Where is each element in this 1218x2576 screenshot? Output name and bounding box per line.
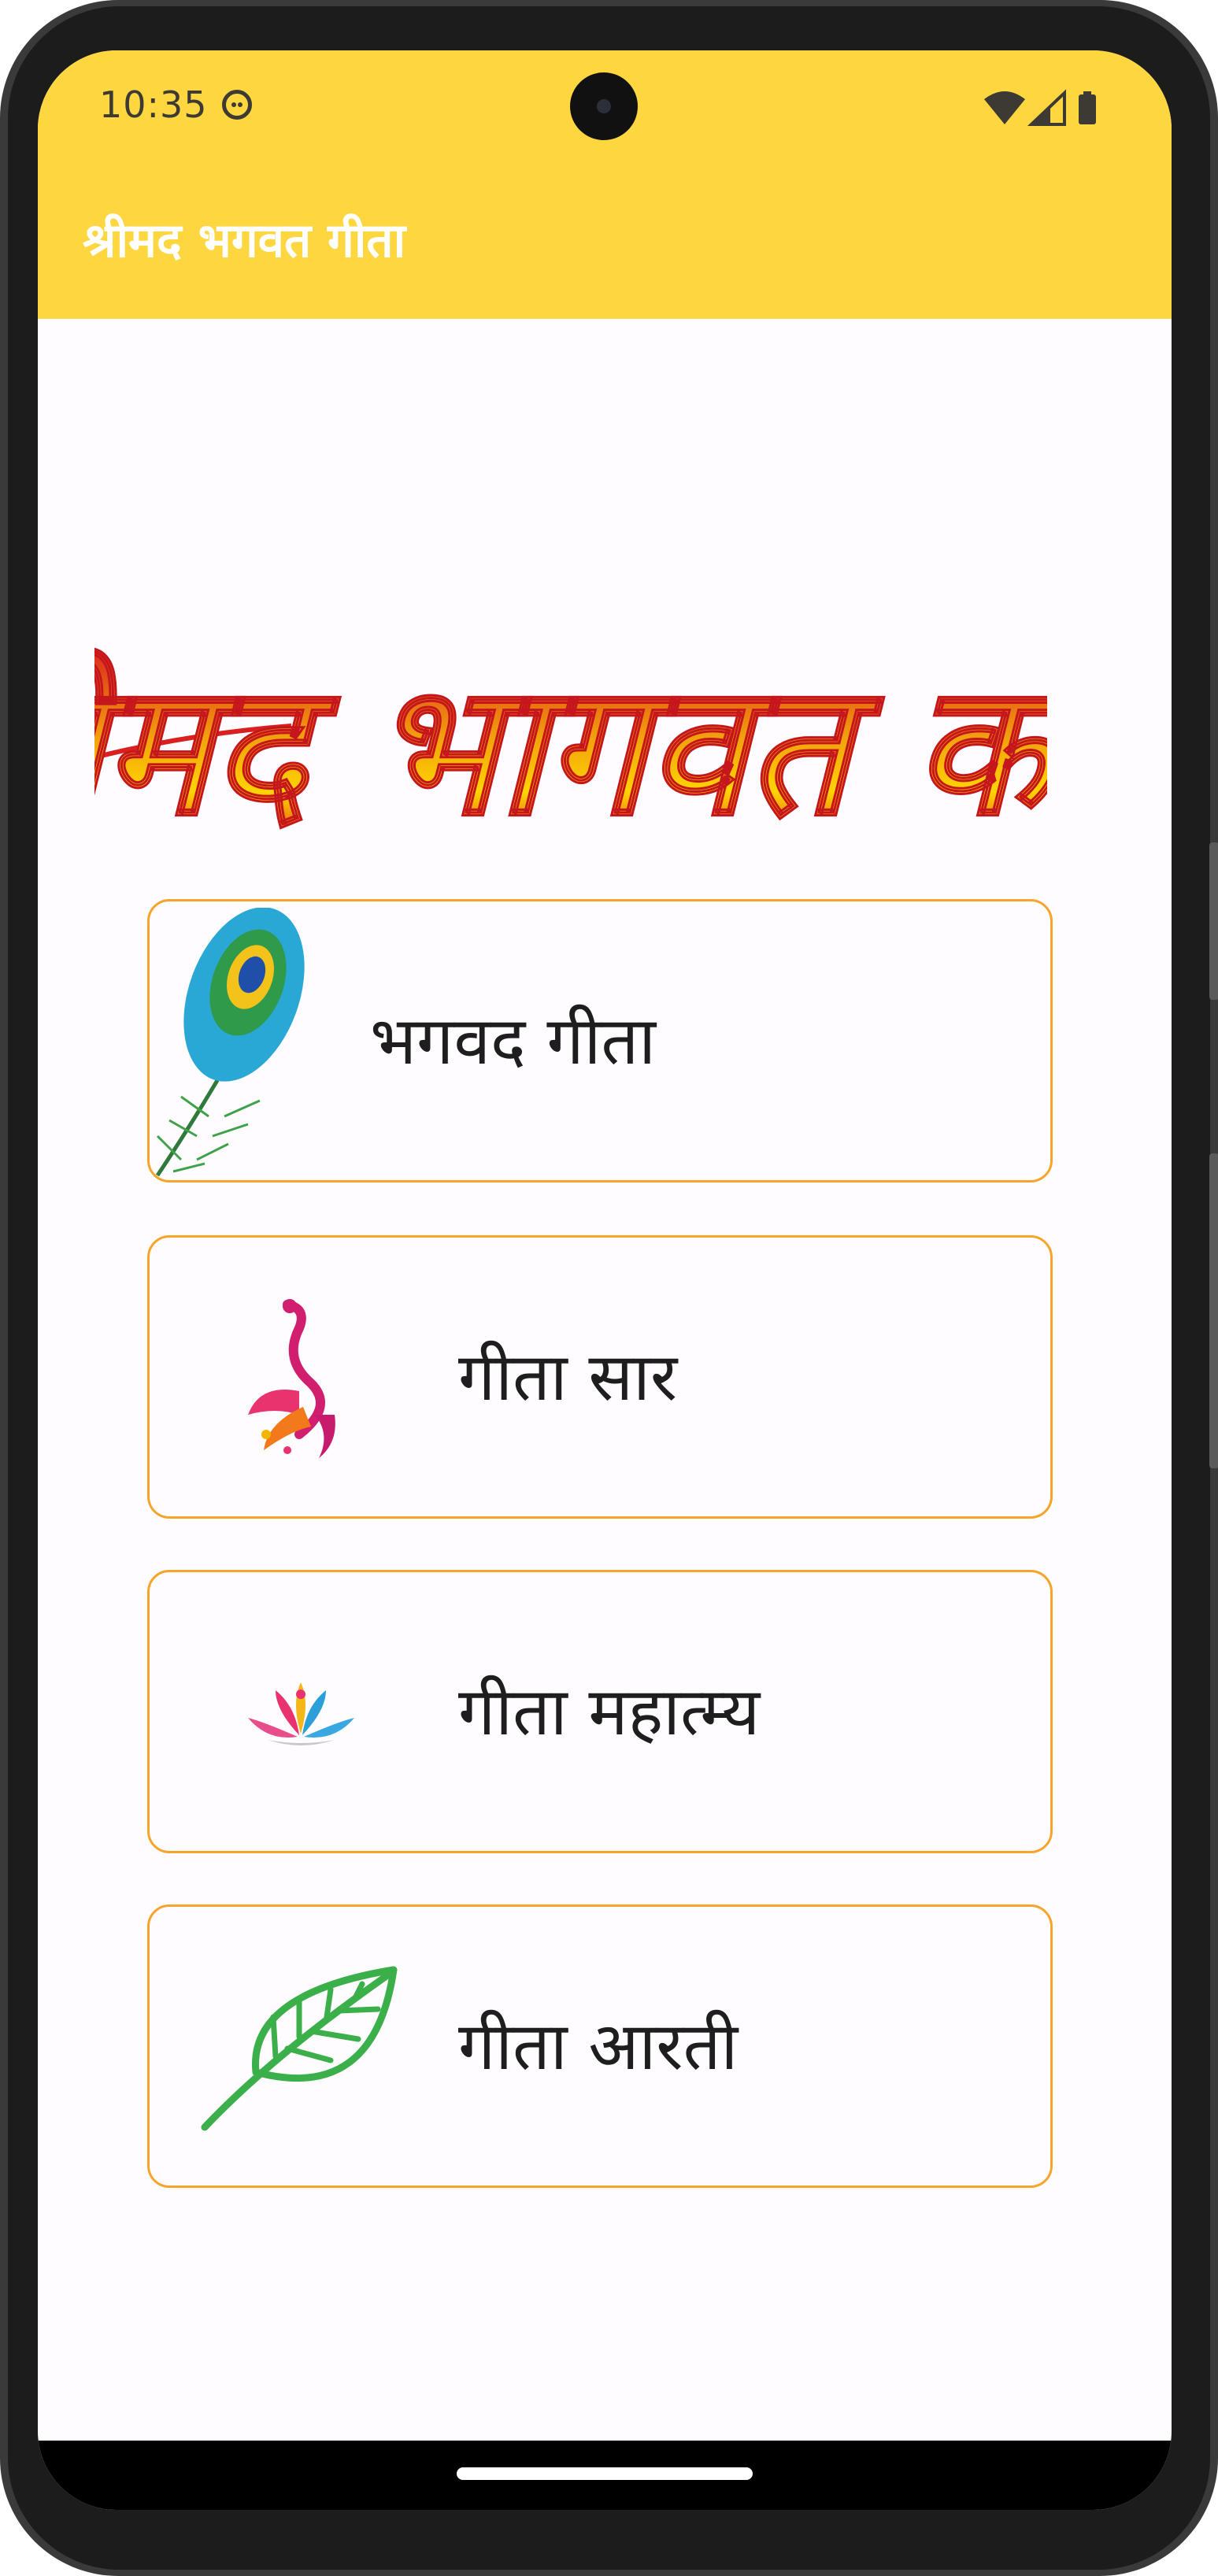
status-time: 10:35 bbox=[99, 83, 208, 126]
battery-icon bbox=[1079, 91, 1096, 124]
home-gesture-handle[interactable] bbox=[457, 2467, 753, 2480]
cellular-signal-icon bbox=[1027, 89, 1066, 126]
menu-item-label: गीता महात्म्य bbox=[458, 1673, 761, 1750]
volume-button bbox=[1209, 842, 1218, 1000]
menu-item-gita-mahatmya[interactable]: गीता महात्म्य bbox=[147, 1570, 1053, 1853]
cat-face-icon bbox=[222, 90, 252, 120]
power-button bbox=[1209, 1153, 1218, 1468]
peacock-icon bbox=[248, 1299, 335, 1458]
srimad-bhagwat-katha-banner: श्रीमद भागवत कथा bbox=[94, 642, 1047, 852]
menu-item-label: भगवद गीता bbox=[370, 1002, 657, 1079]
banner-text: श्रीमद भागवत कथा bbox=[94, 643, 1047, 852]
peacock-feather-icon bbox=[155, 908, 305, 1177]
app-title: श्रीमद भगवत गीता bbox=[83, 213, 406, 268]
status-icons bbox=[984, 89, 1096, 126]
lotus-icon bbox=[248, 1682, 354, 1745]
top-app-bar: 10:35 श्रीमद भगवत गीता bbox=[38, 50, 1172, 319]
menu-item-label: गीता सार bbox=[458, 1338, 678, 1416]
menu-item-label: गीता आरती bbox=[458, 2008, 739, 2085]
app-screen: 10:35 श्रीमद भगवत गीता मद भागवत क भगवद ग… bbox=[38, 50, 1172, 2510]
leaf-icon bbox=[201, 1966, 398, 2131]
wifi-icon bbox=[984, 91, 1025, 124]
front-camera bbox=[570, 72, 638, 140]
menu-item-bhagavad-gita[interactable]: भगवद गीता bbox=[147, 899, 1053, 1183]
menu-item-gita-aarti[interactable]: गीता आरती bbox=[147, 1904, 1053, 2188]
menu-item-gita-saar[interactable]: गीता सार bbox=[147, 1235, 1053, 1519]
